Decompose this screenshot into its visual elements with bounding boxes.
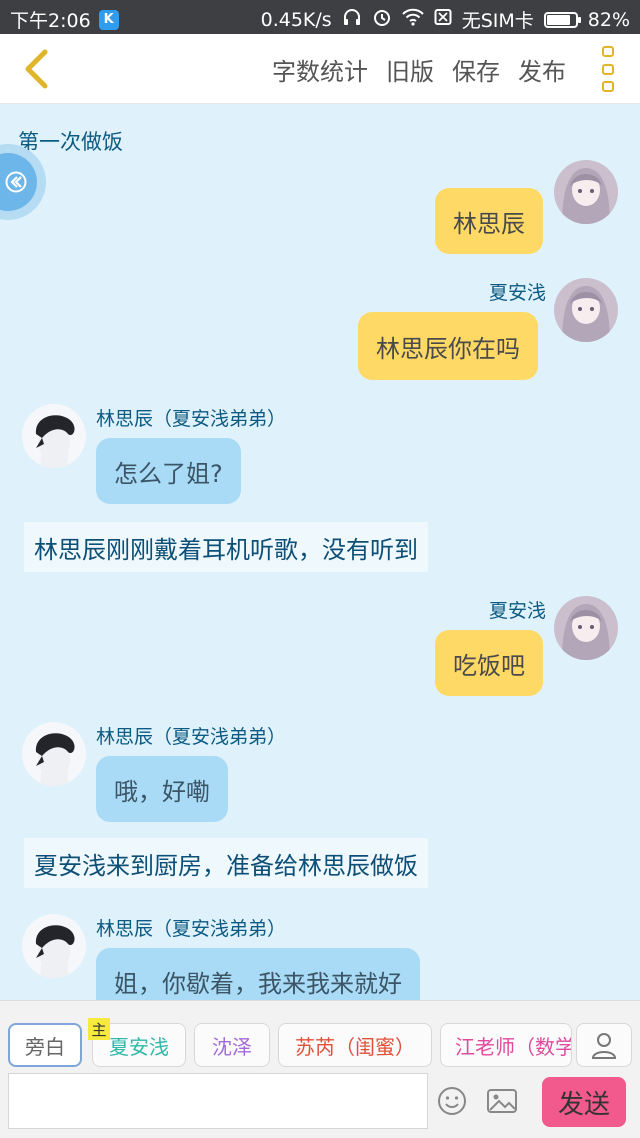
sim-icon (434, 8, 452, 31)
role-label: 苏芮（闺蜜） (295, 1034, 415, 1059)
speaker-name: 林思辰（夏安浅弟弟） (96, 918, 287, 940)
wifi-icon (401, 8, 424, 31)
composer-panel: 旁白 夏安浅 主 沈泽 苏芮（闺蜜） 江老师（数学 发送 (0, 1000, 640, 1138)
status-bar: 下午2:06 K 0.45K/s 无SIM卡 82% (0, 0, 640, 34)
avatar-lin-sichen[interactable] (22, 404, 86, 468)
network-speed: 0.45K/s (260, 8, 332, 31)
image-button[interactable] (482, 1081, 522, 1121)
chapter-title: 第一次做饭 (18, 130, 123, 154)
more-vertical-icon (602, 46, 614, 57)
role-label: 沈泽 (212, 1034, 252, 1059)
role-chip-su-rui[interactable]: 苏芮（闺蜜） (278, 1023, 432, 1067)
message-bubble[interactable]: 怎么了姐? (96, 438, 241, 504)
role-chip-narrator[interactable]: 旁白 (8, 1023, 82, 1067)
role-selector: 旁白 夏安浅 主 沈泽 苏芮（闺蜜） 江老师（数学 (8, 1018, 632, 1069)
headphones-icon (342, 7, 362, 32)
top-toolbar: 字数统计 旧版 保存 发布 (0, 34, 640, 104)
sim-status: 无SIM卡 (461, 10, 534, 32)
more-vertical-icon-dot (602, 81, 614, 92)
smiley-icon (438, 1087, 466, 1115)
avatar-lin-sichen[interactable] (22, 722, 86, 786)
word-count-button[interactable]: 字数统计 (272, 52, 368, 87)
old-version-button[interactable]: 旧版 (386, 52, 434, 87)
message-bubble[interactable]: 吃饭吧 (435, 630, 543, 696)
role-manage-button[interactable] (576, 1023, 632, 1067)
avatar-xia-anqian[interactable] (554, 596, 618, 660)
battery-icon (543, 11, 581, 28)
emoji-button[interactable] (434, 1081, 470, 1121)
message-input[interactable] (8, 1073, 428, 1129)
avatar-lin-sichen[interactable] (22, 914, 86, 978)
app-badge-icon: K (98, 9, 119, 30)
speaker-name: 林思辰（夏安浅弟弟） (96, 726, 287, 748)
role-label: 江老师（数学 (455, 1034, 572, 1059)
narration-block[interactable]: 夏安浅来到厨房，准备给林思辰做饭 (24, 838, 428, 888)
send-button[interactable]: 发送 (542, 1077, 626, 1127)
more-vertical-icon-dot (602, 63, 614, 75)
save-button[interactable]: 保存 (452, 52, 500, 87)
message-bubble[interactable]: 姐，你歇着，我来我来就好 (96, 948, 420, 1000)
more-menu-button[interactable] (598, 46, 618, 92)
double-chevron-left-icon (5, 171, 27, 193)
message-bubble[interactable]: 哦，好嘞 (96, 756, 228, 822)
narration-block[interactable]: 林思辰刚刚戴着耳机听歌，没有听到 (24, 522, 428, 572)
publish-button[interactable]: 发布 (518, 52, 566, 87)
host-tag: 主 (88, 1018, 110, 1040)
avatar-xia-anqian[interactable] (554, 160, 618, 224)
speaker-name: 夏安浅 (488, 600, 546, 622)
role-label: 夏安浅 (109, 1034, 169, 1059)
battery-percent: 82% (587, 8, 630, 31)
message-bubble[interactable]: 林思辰 (435, 188, 543, 254)
image-icon (487, 1089, 517, 1113)
chevron-left-icon (25, 49, 48, 89)
status-time: 下午2:06 (10, 10, 91, 32)
avatar-xia-anqian[interactable] (554, 278, 618, 342)
message-bubble[interactable]: 林思辰你在吗 (358, 312, 538, 380)
person-icon (591, 1033, 617, 1059)
speaker-name: 林思辰（夏安浅弟弟） (96, 408, 287, 430)
role-chip-shen-ze[interactable]: 沈泽 (194, 1023, 270, 1067)
back-button[interactable] (14, 46, 58, 92)
speaker-name: 夏安浅 (488, 282, 546, 304)
alarm-icon (372, 7, 392, 32)
role-chip-jiang-teacher[interactable]: 江老师（数学 (440, 1023, 572, 1067)
role-label: 旁白 (25, 1034, 65, 1059)
chat-area[interactable]: 第一次做饭 林思辰 夏安浅 林思辰你在吗 林思辰（夏安浅弟弟） 怎么了姐? 林思… (0, 104, 640, 1000)
